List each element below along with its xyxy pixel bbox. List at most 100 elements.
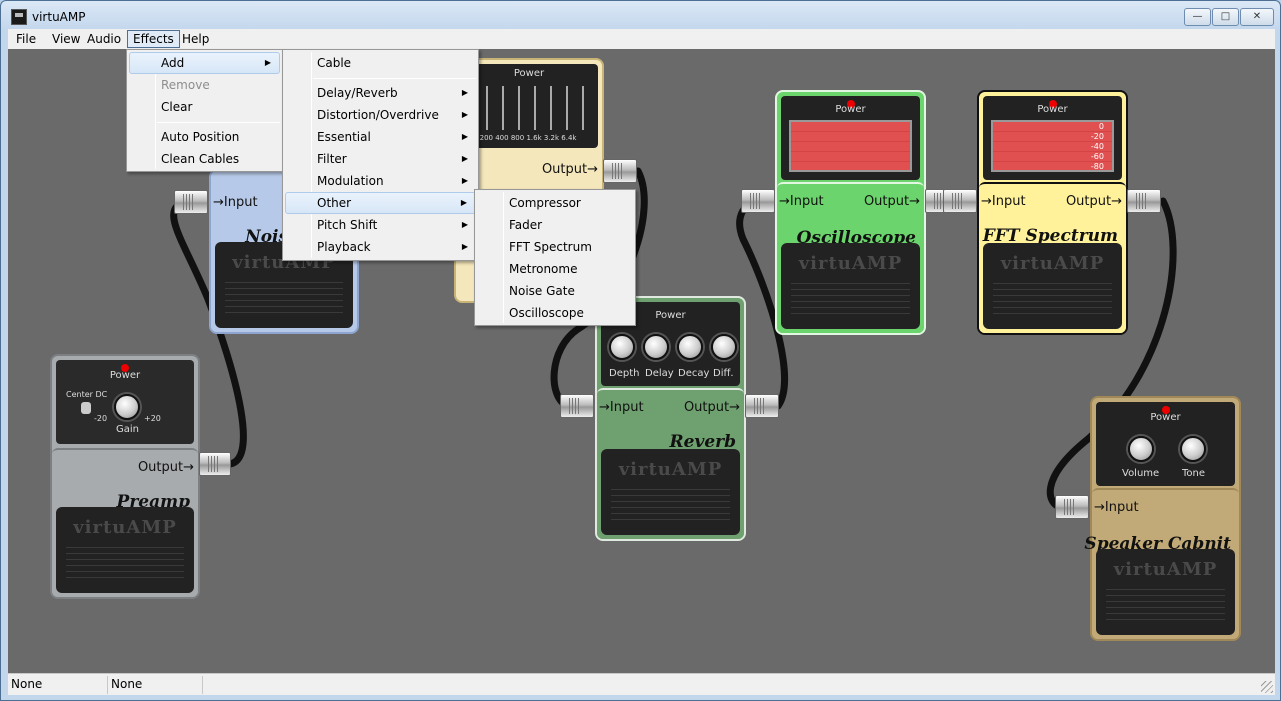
- cable-plug[interactable]: [560, 394, 594, 418]
- noisegate-input-label: →Input: [213, 195, 258, 210]
- maximize-icon: □: [1220, 11, 1231, 22]
- menu-item-auto-position[interactable]: Auto Position: [129, 126, 280, 148]
- menu-item-remove[interactable]: Remove: [129, 74, 280, 96]
- menu-item-delay-reverb[interactable]: Delay/Reverb ▶: [285, 82, 476, 104]
- resize-grip-icon[interactable]: [1261, 681, 1273, 693]
- effects-menu: Add ▶ Remove Clear Auto Position Clean Ca…: [126, 49, 283, 172]
- preamp-plate: virtuAMP: [56, 507, 194, 593]
- menu-item-oscilloscope[interactable]: Oscilloscope: [477, 302, 633, 324]
- preamp-body: Output→ Preamp virtuAMP: [52, 448, 198, 597]
- menu-item-metronome[interactable]: Metronome: [477, 258, 633, 280]
- oscilloscope-panel: Power: [781, 96, 920, 180]
- fft-db-label: 0: [1098, 122, 1104, 131]
- pedal-reverb[interactable]: Power Depth Delay Decay Diff. →Input Out…: [595, 296, 746, 541]
- fft-panel: Power 0 -20 -40 -60 -80: [983, 96, 1122, 180]
- eq-sliders[interactable]: [464, 86, 594, 130]
- tone-knob[interactable]: [1180, 436, 1206, 462]
- maximize-button[interactable]: □: [1212, 8, 1239, 26]
- centerdc-switch[interactable]: [81, 402, 91, 414]
- speaker-grille: [1106, 589, 1225, 625]
- decay-knob[interactable]: [677, 334, 703, 360]
- cable-plug[interactable]: [199, 452, 231, 476]
- menu-item-noise-gate[interactable]: Noise Gate: [477, 280, 633, 302]
- submenu-arrow-icon: ▶: [461, 176, 468, 185]
- fft-db-label: -80: [1090, 162, 1104, 171]
- eq-control-panel: Power 100 200 400 800 1.6k 3.2k 6.4k: [460, 64, 598, 148]
- title-bar[interactable]: virtuAMP — □ ✕: [1, 1, 1280, 31]
- oscilloscope-output-label: Output→: [863, 194, 920, 209]
- close-icon: ✕: [1252, 11, 1262, 22]
- diffusion-knob[interactable]: [711, 334, 737, 360]
- menu-item-cable[interactable]: Cable: [285, 52, 476, 74]
- menu-item-compressor[interactable]: Compressor: [477, 192, 633, 214]
- cable-plug[interactable]: [603, 159, 637, 183]
- tone-label: Tone: [1182, 468, 1206, 479]
- fft-screen: 0 -20 -40 -60 -80: [991, 120, 1114, 172]
- fft-db-label: -40: [1090, 142, 1104, 151]
- fft-brand: virtuAMP: [1000, 253, 1105, 274]
- depth-label: Depth: [609, 368, 640, 379]
- fft-grille: [993, 283, 1112, 319]
- menu-item-clean-cables[interactable]: Clean Cables: [129, 148, 280, 170]
- submenu-arrow-icon: ▶: [460, 198, 467, 207]
- cable-plug[interactable]: [943, 189, 977, 213]
- menu-item-distortion[interactable]: Distortion/Overdrive ▶: [285, 104, 476, 126]
- volume-knob[interactable]: [1128, 436, 1154, 462]
- menu-item-essential[interactable]: Essential ▶: [285, 126, 476, 148]
- menu-file[interactable]: File: [10, 30, 42, 48]
- menu-item-fader[interactable]: Fader: [477, 214, 633, 236]
- menu-bar: File View Audio Effects Help: [8, 29, 1275, 49]
- menu-item-pitch-shift[interactable]: Pitch Shift ▶: [285, 214, 476, 236]
- speaker-input-label: →Input: [1094, 500, 1139, 515]
- submenu-arrow-icon: ▶: [461, 132, 468, 141]
- pedal-oscilloscope[interactable]: Power →Input Output→ Oscilloscope virtuA…: [775, 90, 926, 335]
- delay-reverb-label: Delay/Reverb: [317, 86, 398, 100]
- oscilloscope-plate: virtuAMP: [781, 243, 920, 329]
- menu-item-add[interactable]: Add ▶: [129, 52, 280, 74]
- oscilloscope-power-label: Power: [835, 104, 866, 115]
- pedal-preamp[interactable]: Power Center DC -20 +20 Gain Output→ Pre…: [50, 354, 200, 599]
- menu-item-filter[interactable]: Filter ▶: [285, 148, 476, 170]
- oscilloscope-brand: virtuAMP: [798, 253, 903, 274]
- menu-item-modulation[interactable]: Modulation ▶: [285, 170, 476, 192]
- status-field-2: None: [108, 676, 203, 694]
- menu-item-other[interactable]: Other ▶: [285, 192, 476, 214]
- delay-knob[interactable]: [643, 334, 669, 360]
- eq-frequency-labels: 100 200 400 800 1.6k 3.2k 6.4k: [464, 134, 576, 142]
- cable-plug[interactable]: [1055, 495, 1089, 519]
- eq-freq-label: 800: [510, 134, 525, 142]
- menu-item-playback[interactable]: Playback ▶: [285, 236, 476, 258]
- eq-freq-label: 1.6k: [526, 134, 542, 142]
- menu-item-clear[interactable]: Clear: [129, 96, 280, 118]
- app-icon: [11, 9, 27, 25]
- cable-plug[interactable]: [174, 190, 208, 214]
- cable-plug[interactable]: [745, 394, 779, 418]
- modulation-label: Modulation: [317, 174, 384, 188]
- minimize-button[interactable]: —: [1184, 8, 1211, 26]
- menu-audio[interactable]: Audio: [81, 30, 127, 48]
- menu-help[interactable]: Help: [176, 30, 215, 48]
- pedal-fft-spectrum[interactable]: Power 0 -20 -40 -60 -80 →Input Output→ F…: [977, 90, 1128, 335]
- preamp-power-label: Power: [109, 370, 141, 381]
- cable-plug[interactable]: [1127, 189, 1161, 213]
- delay-label: Delay: [645, 368, 674, 379]
- fft-body: →Input Output→ FFT Spectrum virtuAMP: [979, 182, 1126, 333]
- menu-item-fft-spectrum[interactable]: FFT Spectrum: [477, 236, 633, 258]
- depth-knob[interactable]: [609, 334, 635, 360]
- filter-label: Filter: [317, 152, 347, 166]
- reverb-output-label: Output→: [683, 400, 740, 415]
- noisegate-grille: [225, 282, 343, 318]
- eq-freq-label: 200: [479, 134, 493, 142]
- fft-input-label: →Input: [981, 194, 1026, 209]
- cable-plug[interactable]: [741, 189, 775, 213]
- close-button[interactable]: ✕: [1240, 8, 1274, 26]
- reverb-input-label: →Input: [599, 400, 644, 415]
- submenu-arrow-icon: ▶: [461, 88, 468, 97]
- preamp-control-panel: Power Center DC -20 +20 Gain: [56, 360, 194, 444]
- gain-knob[interactable]: [114, 394, 140, 420]
- gain-min-label: -20: [94, 414, 108, 423]
- minimize-icon: —: [1192, 11, 1203, 22]
- pedal-speaker-cabinet[interactable]: Power Volume Tone →Input Speaker Cabnit …: [1084, 396, 1241, 641]
- menu-effects[interactable]: Effects: [127, 30, 180, 48]
- fft-db-label: -60: [1090, 152, 1104, 161]
